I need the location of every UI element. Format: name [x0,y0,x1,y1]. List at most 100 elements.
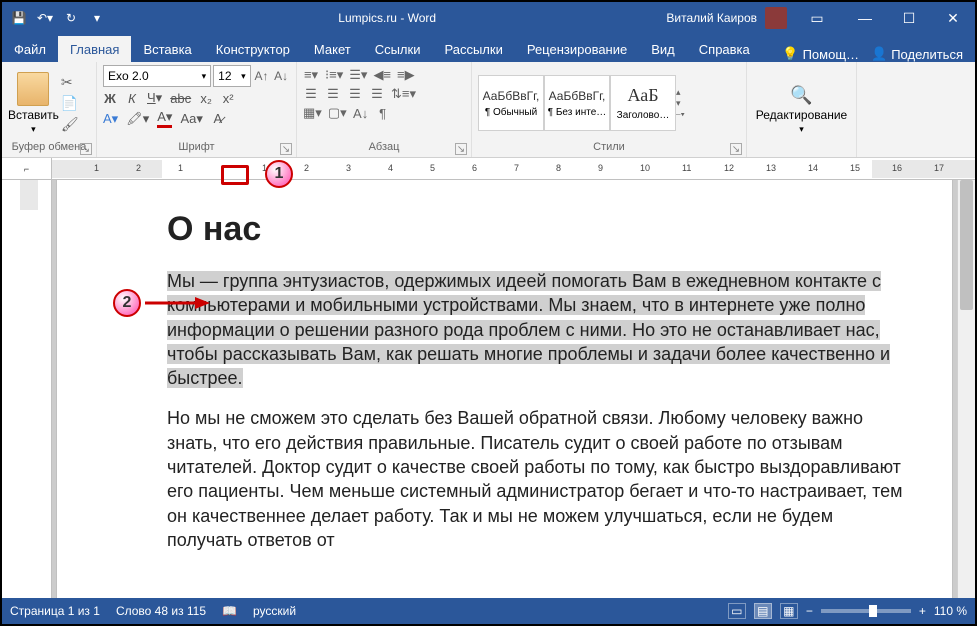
minimize-button[interactable]: ― [843,2,887,34]
justify-icon[interactable]: ☰ [369,86,385,102]
styles-up-icon[interactable]: ▴ [676,87,692,98]
view-read-icon[interactable]: ▭ [728,603,746,619]
italic-button[interactable]: К [125,91,139,106]
styles-more-icon[interactable]: ⎯▾ [676,109,692,120]
clipboard-dialog-icon[interactable]: ↘ [80,143,92,155]
change-case-button[interactable]: Aa▾ [180,111,202,127]
font-color-icon[interactable]: A▾ [157,109,172,128]
group-font: Exo 2.0▾ 12▾ A↑ A↓ Ж К Ч▾ abc x₂ x² A▾ 🖍… [97,62,297,157]
clear-formatting-icon[interactable]: A̷ [211,111,225,126]
save-icon[interactable]: 💾 [8,7,30,29]
tab-review[interactable]: Рецензирование [515,36,639,62]
zoom-slider[interactable] [821,609,911,613]
tab-help[interactable]: Справка [687,36,762,62]
share-button[interactable]: 👤Поделиться [871,46,963,62]
view-print-icon[interactable]: ▤ [754,603,772,619]
annotation-arrow-icon [145,297,210,309]
increase-indent-icon[interactable]: ≡▶ [397,67,415,83]
tab-file[interactable]: Файл [2,36,58,62]
tell-me-button[interactable]: 💡Помощ… [782,46,859,62]
group-clipboard: Вставить ▾ ✂ 📄 🖌 Буфер обмена ↘ [2,62,97,157]
tab-mailings[interactable]: Рассылки [432,36,514,62]
superscript-button[interactable]: x² [221,91,235,106]
grow-font-icon[interactable]: A↑ [253,65,271,87]
ruler-horizontal[interactable]: ⌐ 121 1234567891011121314151617 [2,158,975,180]
shading-icon[interactable]: ▦▾ [303,105,322,121]
style-item-nospacing[interactable]: АаБбВвГг, ¶ Без инте… [544,75,610,131]
paste-icon [17,72,49,106]
show-marks-icon[interactable]: ¶ [375,106,391,121]
font-size-input[interactable]: 12▾ [213,65,250,87]
annotation-rect-1 [221,165,249,185]
zoom-in-icon[interactable]: + [919,604,926,618]
ribbon: Вставить ▾ ✂ 📄 🖌 Буфер обмена ↘ Exo 2.0▾… [2,62,975,158]
style-item-heading[interactable]: АаБ Заголово… [610,75,676,131]
user-avatar-icon[interactable] [765,7,787,29]
strikethrough-button[interactable]: abc [170,91,191,106]
qat-more-icon[interactable]: ▾ [86,7,108,29]
align-center-icon[interactable]: ☰ [325,86,341,102]
paste-button[interactable]: Вставить ▾ [8,72,59,135]
underline-button[interactable]: Ч▾ [147,90,162,106]
undo-icon[interactable]: ↶▾ [34,7,56,29]
group-font-label: Шрифт [103,141,290,155]
tab-design[interactable]: Конструктор [204,36,302,62]
align-left-icon[interactable]: ☰ [303,86,319,102]
tab-references[interactable]: Ссылки [363,36,433,62]
numbering-icon[interactable]: ⁝≡▾ [325,67,343,83]
sort-icon[interactable]: A↓ [353,106,369,121]
styles-down-icon[interactable]: ▾ [676,98,692,109]
group-paragraph: ≡▾ ⁝≡▾ ☰▾ ◀≡ ≡▶ ☰ ☰ ☰ ☰ ⇅≡▾ ▦▾ ▢▾ A↓ ¶ А… [297,62,472,157]
document-page[interactable]: О нас Мы — группа энтузиастов, одержимых… [56,180,953,598]
redo-icon[interactable]: ↻ [60,7,82,29]
tab-home[interactable]: Главная [58,36,131,62]
status-page[interactable]: Страница 1 из 1 [10,604,100,618]
format-painter-icon[interactable]: 🖌 [61,116,79,133]
highlight-icon[interactable]: 🖍▾ [126,111,149,127]
status-words[interactable]: Слово 48 из 115 [116,604,206,618]
zoom-out-icon[interactable]: − [806,604,813,618]
maximize-button[interactable]: ☐ [887,2,931,34]
tab-insert[interactable]: Вставка [131,36,203,62]
subscript-button[interactable]: x₂ [199,91,213,106]
doc-paragraph-2: Но мы не сможем это сделать без Вашей об… [167,406,912,552]
user-name[interactable]: Виталий Каиров [666,11,757,25]
ruler-vertical[interactable] [2,180,52,598]
copy-icon[interactable]: 📄 [61,95,79,112]
bullets-icon[interactable]: ≡▾ [303,67,319,83]
doc-paragraph-1: Мы — группа энтузиастов, одержимых идеей… [167,271,890,388]
status-proofing-icon[interactable]: 📖 [222,604,237,618]
ribbon-display-icon[interactable]: ▭ [795,2,839,34]
paragraph-dialog-icon[interactable]: ↘ [455,143,467,155]
style-item-normal[interactable]: АаБбВвГг, ¶ Обычный [478,75,544,131]
borders-icon[interactable]: ▢▾ [328,105,347,121]
statusbar: Страница 1 из 1 Слово 48 из 115 📖 русски… [2,598,975,624]
window-title: Lumpics.ru - Word [108,11,666,25]
cut-icon[interactable]: ✂ [61,74,79,91]
zoom-level[interactable]: 110 % [934,604,967,618]
group-styles: АаБбВвГг, ¶ Обычный АаБбВвГг, ¶ Без инте… [472,62,747,157]
line-spacing-icon[interactable]: ⇅≡▾ [391,86,416,102]
close-button[interactable]: ✕ [931,2,975,34]
tab-layout[interactable]: Макет [302,36,363,62]
group-paragraph-label: Абзац [303,141,465,155]
shrink-font-icon[interactable]: A↓ [272,65,290,87]
find-icon: 🔍 [790,85,812,106]
titlebar: 💾 ↶▾ ↻ ▾ Lumpics.ru - Word Виталий Каиро… [2,2,975,34]
group-editing: 🔍 Редактирование ▾ [747,62,857,157]
align-right-icon[interactable]: ☰ [347,86,363,102]
multilevel-icon[interactable]: ☰▾ [349,67,367,83]
editing-button[interactable]: 🔍 Редактирование ▾ [753,65,850,155]
view-web-icon[interactable]: ▦ [780,603,798,619]
decrease-indent-icon[interactable]: ◀≡ [373,67,391,83]
tab-view[interactable]: Вид [639,36,687,62]
font-dialog-icon[interactable]: ↘ [280,143,292,155]
scrollbar-vertical[interactable] [957,180,975,598]
status-language[interactable]: русский [253,604,296,618]
annotation-callout-1: 1 [265,160,293,188]
bold-button[interactable]: Ж [103,91,117,106]
text-effects-icon[interactable]: A▾ [103,111,118,127]
styles-dialog-icon[interactable]: ↘ [730,143,742,155]
doc-heading: О нас [167,210,912,249]
font-name-input[interactable]: Exo 2.0▾ [103,65,211,87]
